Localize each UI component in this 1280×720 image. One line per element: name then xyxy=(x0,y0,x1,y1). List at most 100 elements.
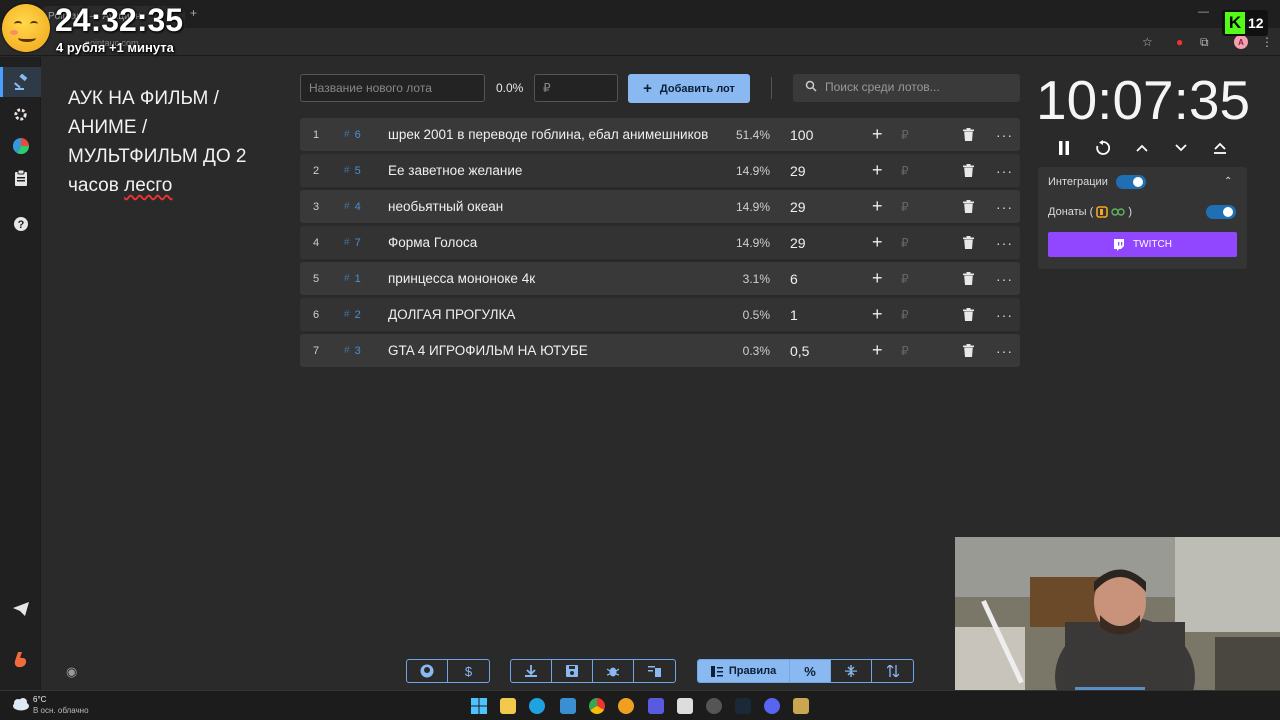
delete-lot-button[interactable] xyxy=(963,118,974,151)
lot-name[interactable]: Форма Голоса xyxy=(388,226,718,259)
lot-id[interactable]: #5 xyxy=(344,154,361,187)
add-lot-button[interactable]: + Добавить лот xyxy=(628,74,750,103)
lot-amount[interactable]: 29 xyxy=(790,154,806,187)
lot-id[interactable]: #2 xyxy=(344,298,361,331)
integrations-toggle[interactable] xyxy=(1116,175,1146,189)
sidebar-item-auction[interactable] xyxy=(0,67,41,97)
lot-name[interactable]: GTA 4 ИГРОФИЛЬМ НА ЮТУБЕ xyxy=(388,334,718,367)
more-options-button[interactable]: ··· xyxy=(996,154,1013,187)
more-options-button[interactable]: ··· xyxy=(996,118,1013,151)
rub-amount-input[interactable]: ₽ xyxy=(901,190,909,223)
collapse-chevron-icon[interactable]: ⌃ xyxy=(1224,176,1232,187)
double-add-time-button[interactable] xyxy=(1209,137,1231,159)
snipping-tool-icon[interactable] xyxy=(677,698,693,714)
steam-icon[interactable] xyxy=(735,698,751,714)
sidebar-item-boosty[interactable] xyxy=(0,645,41,675)
lot-search-input[interactable]: Поиск среди лотов... xyxy=(793,74,1020,102)
lot-id[interactable]: #3 xyxy=(344,334,361,367)
more-options-button[interactable]: ··· xyxy=(996,190,1013,223)
lot-name[interactable]: Ее заветное желание xyxy=(388,154,718,187)
extensions-puzzle-icon[interactable]: ⧉ xyxy=(1200,35,1209,50)
new-lot-amount-input[interactable]: ₽ xyxy=(534,74,618,102)
github-button[interactable] xyxy=(407,660,448,682)
discord-icon[interactable] xyxy=(764,698,780,714)
lot-name[interactable]: шрек 2001 в переводе гоблина, ебал аниме… xyxy=(388,118,718,151)
new-lot-name-input[interactable]: Название нового лота xyxy=(300,74,485,102)
lot-amount[interactable]: 29 xyxy=(790,226,806,259)
profile-avatar[interactable]: A xyxy=(1234,35,1248,49)
minimize-icon[interactable]: — xyxy=(1198,6,1209,18)
add-amount-button[interactable]: + xyxy=(872,190,883,223)
app-taskbar-icon[interactable] xyxy=(618,698,634,714)
file-explorer-icon[interactable] xyxy=(500,698,516,714)
lot-amount[interactable]: 0,5 xyxy=(790,334,809,367)
sidebar-item-settings[interactable] xyxy=(0,99,41,129)
bookmark-star-icon[interactable]: ☆ xyxy=(1142,35,1153,49)
add-amount-button[interactable]: + xyxy=(872,118,883,151)
more-options-button[interactable]: ··· xyxy=(996,298,1013,331)
donations-toggle[interactable] xyxy=(1206,205,1236,219)
lot-name[interactable]: принцесса мононоке 4к xyxy=(388,262,718,295)
lot-name[interactable]: ДОЛГАЯ ПРОГУЛКА xyxy=(388,298,718,331)
lot-id[interactable]: #4 xyxy=(344,190,361,223)
lot-amount[interactable]: 29 xyxy=(790,190,806,223)
delete-lot-button[interactable] xyxy=(963,226,974,259)
lot-name[interactable]: необьятный океан xyxy=(388,190,718,223)
add-amount-button[interactable]: + xyxy=(872,298,883,331)
sidebar-item-history[interactable] xyxy=(0,163,41,193)
save-button[interactable] xyxy=(552,660,593,682)
add-amount-button[interactable]: + xyxy=(872,334,883,367)
game-taskbar-icon[interactable] xyxy=(793,698,809,714)
delete-lot-button[interactable] xyxy=(963,190,974,223)
percent-toggle-button[interactable]: % xyxy=(790,660,831,682)
more-options-button[interactable]: ··· xyxy=(996,226,1013,259)
lot-id[interactable]: #1 xyxy=(344,262,361,295)
add-amount-button[interactable]: + xyxy=(872,226,883,259)
delete-lot-button[interactable] xyxy=(963,154,974,187)
windows-start-icon[interactable] xyxy=(471,698,487,714)
rub-amount-input[interactable]: ₽ xyxy=(901,262,909,295)
rub-amount-input[interactable]: ₽ xyxy=(901,334,909,367)
rub-amount-input[interactable]: ₽ xyxy=(901,154,909,187)
rub-amount-input[interactable]: ₽ xyxy=(901,298,909,331)
add-amount-button[interactable]: + xyxy=(872,262,883,295)
pause-button[interactable] xyxy=(1053,137,1075,159)
delete-lot-button[interactable] xyxy=(963,334,974,367)
eye-icon[interactable]: ◉ xyxy=(66,664,77,680)
lot-amount[interactable]: 100 xyxy=(790,118,813,151)
obs-icon[interactable] xyxy=(706,698,722,714)
twitch-connect-button[interactable]: TWITCH xyxy=(1048,232,1237,257)
clear-lots-button[interactable] xyxy=(634,660,675,682)
delete-lot-button[interactable] xyxy=(963,298,974,331)
add-amount-button[interactable]: + xyxy=(872,154,883,187)
download-button[interactable] xyxy=(511,660,552,682)
telegram-taskbar-icon[interactable] xyxy=(560,698,576,714)
chrome-taskbar-icon[interactable] xyxy=(589,698,605,714)
sidebar-item-wheel[interactable] xyxy=(0,131,41,161)
lot-id[interactable]: #6 xyxy=(344,118,361,151)
extension-icon[interactable]: ● xyxy=(1176,35,1183,49)
browser-menu-icon[interactable]: ⋮ xyxy=(1261,35,1273,49)
donate-button[interactable]: $ xyxy=(448,660,489,682)
sidebar-item-telegram[interactable] xyxy=(0,594,41,624)
lot-amount[interactable]: 6 xyxy=(790,262,798,295)
more-options-button[interactable]: ··· xyxy=(996,262,1013,295)
sidebar-item-help[interactable]: ? xyxy=(0,209,41,239)
rub-amount-input[interactable]: ₽ xyxy=(901,118,909,151)
edge-browser-icon[interactable] xyxy=(529,698,545,714)
lot-id[interactable]: #7 xyxy=(344,226,361,259)
bug-report-button[interactable] xyxy=(593,660,634,682)
compact-view-button[interactable] xyxy=(831,660,872,682)
rules-button[interactable]: Правила xyxy=(698,660,790,682)
bars-app-icon[interactable] xyxy=(648,698,664,714)
more-options-button[interactable]: ··· xyxy=(996,334,1013,367)
new-tab-button[interactable]: + xyxy=(190,6,197,20)
sort-button[interactable] xyxy=(872,660,913,682)
subtract-time-button[interactable] xyxy=(1170,137,1192,159)
rub-amount-input[interactable]: ₽ xyxy=(901,226,909,259)
reset-button[interactable] xyxy=(1092,137,1114,159)
lot-index: 4 xyxy=(313,236,320,249)
delete-lot-button[interactable] xyxy=(963,262,974,295)
add-time-button[interactable] xyxy=(1131,137,1153,159)
lot-amount[interactable]: 1 xyxy=(790,298,798,331)
